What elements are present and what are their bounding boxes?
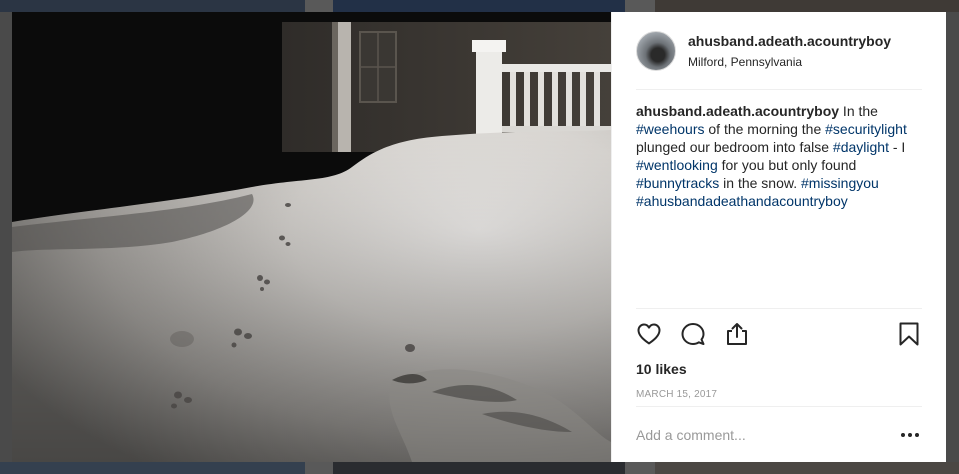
background-post-thumbnail (0, 12, 12, 462)
background-post-thumbnail (655, 0, 959, 12)
post-photo[interactable] (12, 12, 611, 462)
post-date: MARCH 15, 2017 (636, 389, 718, 400)
hashtag-link[interactable]: #daylight (833, 139, 889, 155)
background-post-thumbnail (333, 462, 625, 474)
caption-text: plunged our bedroom into false (636, 139, 833, 155)
hashtag-link[interactable]: #securitylight (825, 121, 907, 137)
avatar[interactable] (636, 31, 676, 71)
hashtag-link[interactable]: #bunnytracks (636, 175, 719, 191)
snow-night-photo (12, 12, 611, 462)
caption-username-link[interactable]: ahusband.adeath.acountryboy (636, 103, 839, 119)
caption-text: - I (888, 139, 906, 155)
user-block: ahusband.adeath.acountryboy Milford, Pen… (688, 32, 891, 70)
comment-input[interactable] (636, 425, 898, 444)
hashtag-link[interactable]: #ahusbandadeathandacountryboy (636, 193, 848, 209)
hashtag-link[interactable]: #wentlooking (636, 157, 718, 173)
header-divider (636, 89, 922, 90)
post-caption: ahusband.adeath.acountryboy In the #weeh… (636, 102, 930, 210)
hashtag-link[interactable]: #missingyou (801, 175, 879, 191)
comment-form (636, 406, 922, 462)
background-post-thumbnail (333, 0, 625, 12)
hashtag-link[interactable]: #weehours (636, 121, 705, 137)
speech-bubble-icon[interactable] (680, 321, 706, 347)
post-header: ahusband.adeath.acountryboy Milford, Pen… (612, 12, 947, 90)
background-post-thumbnail (0, 0, 305, 12)
more-options-icon[interactable] (898, 423, 922, 447)
username-link[interactable]: ahusband.adeath.acountryboy (688, 32, 891, 50)
background-post-thumbnail (655, 462, 959, 474)
post-details-panel: ahusband.adeath.acountryboy Milford, Pen… (611, 12, 946, 462)
caption-text: in the snow. (719, 175, 801, 191)
background-post-thumbnail (0, 462, 305, 474)
action-bar (636, 308, 922, 356)
caption-text: In the (839, 103, 878, 119)
heart-icon[interactable] (636, 321, 662, 347)
background-post-thumbnail (946, 12, 959, 462)
caption-text: of the morning the (704, 121, 826, 137)
bookmark-icon[interactable] (896, 321, 922, 347)
location-link[interactable]: Milford, Pennsylvania (688, 54, 891, 70)
like-count[interactable]: 10 likes (636, 360, 687, 378)
post-modal: ahusband.adeath.acountryboy Milford, Pen… (12, 12, 946, 462)
share-icon[interactable] (724, 321, 750, 347)
caption-text: for you but only found (717, 157, 857, 173)
